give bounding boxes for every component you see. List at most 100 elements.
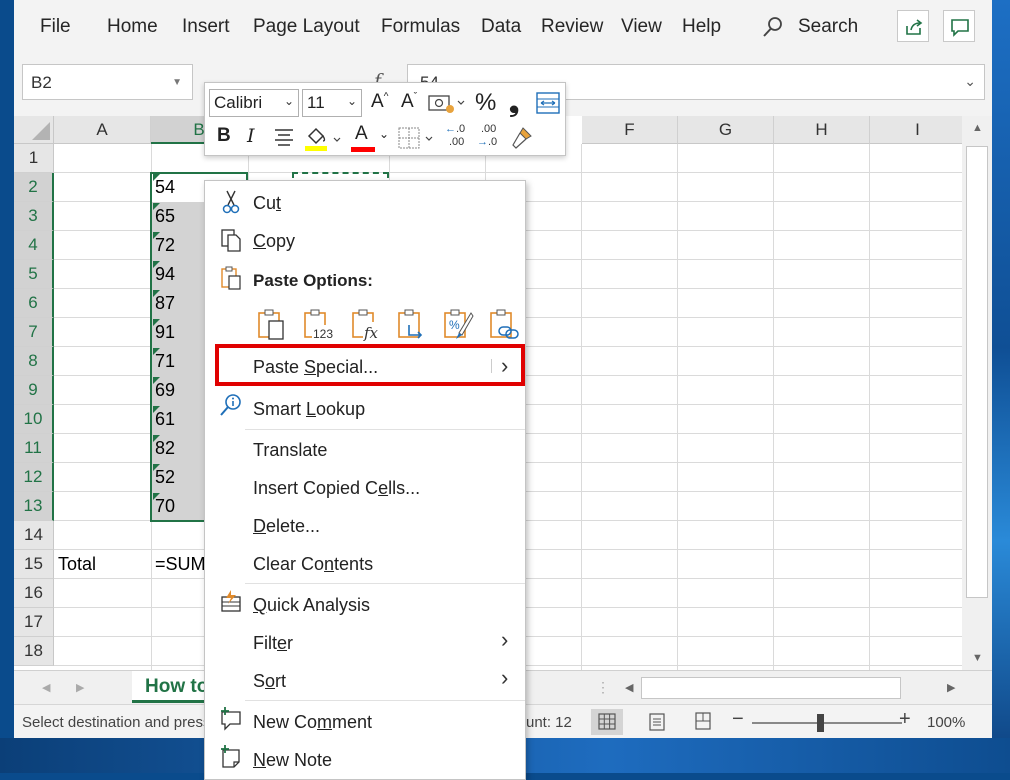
accounting-format-button[interactable]	[427, 93, 465, 115]
scroll-down-icon[interactable]: ▼	[972, 652, 983, 664]
tab-file[interactable]: File	[40, 16, 71, 38]
page-break-view-button[interactable]	[687, 709, 719, 735]
row-header-9[interactable]: 9	[14, 376, 54, 405]
menu-item-new-note[interactable]: New Note	[253, 750, 332, 771]
column-header-h[interactable]: H	[774, 116, 870, 144]
column-header-g[interactable]: G	[678, 116, 774, 144]
row-header-11[interactable]: 11	[14, 434, 54, 463]
tab-split-icon[interactable]: ⋮	[596, 679, 610, 696]
vertical-scroll-thumb[interactable]	[966, 146, 988, 598]
page-layout-view-button[interactable]	[641, 709, 673, 735]
row-header-8[interactable]: 8	[14, 347, 54, 376]
decrease-font-size-button[interactable]: Aˇ	[401, 91, 417, 113]
menu-item-quick-analysis[interactable]: Quick Analysis	[253, 595, 370, 616]
row-header-14[interactable]: 14	[14, 521, 54, 550]
decrease-decimal-button[interactable]: .00 →.0	[477, 123, 507, 153]
paste-values-icon[interactable]: 123	[301, 307, 335, 341]
tab-page-layout[interactable]: Page Layout	[253, 16, 360, 38]
search-icon[interactable]	[762, 16, 784, 38]
zoom-slider-thumb[interactable]	[817, 714, 824, 732]
row-header-5[interactable]: 5	[14, 260, 54, 289]
percent-style-button[interactable]: %	[475, 89, 496, 117]
tab-view[interactable]: View	[621, 16, 662, 38]
fill-color-button[interactable]	[303, 123, 343, 153]
share-button[interactable]	[897, 10, 929, 42]
row-header-3[interactable]: 3	[14, 202, 54, 231]
sheet-prev-icon[interactable]: ◀	[42, 681, 50, 694]
scroll-left-icon[interactable]: ◀	[625, 681, 633, 694]
chevron-down-icon[interactable]: ⌄	[347, 94, 357, 108]
column-header-i[interactable]: I	[870, 116, 962, 144]
menu-item-copy[interactable]: Copy	[253, 231, 295, 252]
borders-button[interactable]	[397, 125, 437, 151]
chevron-down-icon[interactable]: ▼	[172, 77, 182, 88]
tab-home[interactable]: Home	[107, 16, 158, 38]
chevron-right-icon[interactable]: ›	[501, 627, 508, 653]
tab-formulas[interactable]: Formulas	[381, 16, 460, 38]
sheet-next-icon[interactable]: ▶	[76, 681, 84, 694]
vertical-scrollbar[interactable]: ▲ ▼	[962, 116, 992, 670]
paste-link-icon[interactable]	[487, 307, 521, 341]
tab-help[interactable]: Help	[682, 16, 721, 38]
comments-button[interactable]	[943, 10, 975, 42]
select-all-button[interactable]	[14, 116, 54, 144]
merge-center-button[interactable]	[535, 91, 561, 115]
row-header-13[interactable]: 13	[14, 492, 54, 521]
row-header-16[interactable]: 16	[14, 579, 54, 608]
cell-b15[interactable]: =SUM	[151, 550, 206, 578]
menu-item-smart-lookup[interactable]: Smart Lookup	[253, 399, 365, 420]
expand-formula-icon[interactable]: ⌄	[964, 73, 976, 90]
paste-icon[interactable]	[255, 307, 289, 341]
chevron-down-icon[interactable]: ⌄	[284, 94, 294, 108]
row-header-4[interactable]: 4	[14, 231, 54, 260]
font-color-button[interactable]: A	[355, 123, 368, 145]
tab-review[interactable]: Review	[541, 16, 603, 38]
chevron-down-icon[interactable]: ⌄	[379, 127, 389, 141]
row-header-2[interactable]: 2	[14, 173, 54, 202]
zoom-slider[interactable]	[752, 722, 902, 724]
increase-font-size-button[interactable]: A^	[371, 91, 388, 113]
column-header-a[interactable]: A	[54, 116, 151, 144]
zoom-in-button[interactable]: +	[899, 708, 911, 731]
normal-view-button[interactable]	[591, 709, 623, 735]
scroll-right-icon[interactable]: ▶	[947, 681, 955, 694]
menu-item-new-comment[interactable]: New Comment	[253, 712, 372, 733]
chevron-right-icon[interactable]: ›	[501, 665, 508, 691]
menu-item-delete[interactable]: Delete...	[253, 516, 320, 537]
format-painter-icon[interactable]	[509, 125, 535, 151]
horizontal-scroll-thumb[interactable]	[641, 677, 901, 699]
tab-insert[interactable]: Insert	[182, 16, 230, 38]
row-header-17[interactable]: 17	[14, 608, 54, 637]
cell-a15[interactable]: Total	[54, 550, 96, 578]
menu-item-sort[interactable]: Sort	[253, 671, 286, 692]
name-box[interactable]: B2 ▼	[22, 64, 193, 100]
row-header-6[interactable]: 6	[14, 289, 54, 318]
paste-formulas-icon[interactable]: fx	[349, 307, 383, 341]
row-header-12[interactable]: 12	[14, 463, 54, 492]
tab-data[interactable]: Data	[481, 16, 521, 38]
menu-item-cut[interactable]: Cut	[253, 193, 281, 214]
font-name-select[interactable]: Calibri ⌄	[209, 89, 299, 117]
italic-button[interactable]: I	[247, 125, 255, 147]
menu-item-insert-copied-cells[interactable]: Insert Copied Cells...	[253, 478, 420, 499]
column-header-f[interactable]: F	[582, 116, 678, 144]
paste-transpose-icon[interactable]	[395, 307, 429, 341]
increase-decimal-button[interactable]: ←.0 .00	[445, 123, 475, 153]
row-header-10[interactable]: 10	[14, 405, 54, 434]
row-header-7[interactable]: 7	[14, 318, 54, 347]
scroll-up-icon[interactable]: ▲	[972, 122, 983, 134]
bold-button[interactable]: B	[217, 125, 231, 147]
menu-item-translate[interactable]: Translate	[253, 440, 327, 461]
menu-item-clear-contents[interactable]: Clear Contents	[253, 554, 373, 575]
zoom-level[interactable]: 100%	[927, 714, 965, 731]
menu-item-filter[interactable]: Filter	[253, 633, 293, 654]
row-header-15[interactable]: 15	[14, 550, 54, 579]
horizontal-scrollbar[interactable]: ◀ ▶	[619, 677, 961, 699]
paste-formatting-icon[interactable]: %	[441, 307, 475, 341]
row-header-1[interactable]: 1	[14, 144, 54, 173]
search-label[interactable]: Search	[798, 16, 858, 38]
font-size-select[interactable]: 11 ⌄	[302, 89, 362, 117]
comma-style-button[interactable]: ❟	[509, 87, 519, 119]
row-header-18[interactable]: 18	[14, 637, 54, 666]
align-center-button[interactable]	[273, 127, 295, 147]
